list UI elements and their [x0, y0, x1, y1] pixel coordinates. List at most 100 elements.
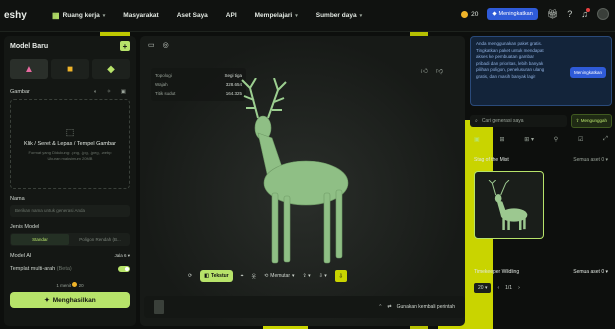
tab-text-to-3d[interactable]: ▲ [10, 59, 48, 79]
promo-upgrade-button[interactable]: Meningkatkan [569, 67, 606, 78]
group-sort[interactable]: Semua aset 0 ▾ [573, 269, 608, 275]
deer-model [241, 78, 349, 264]
pagination: 20 ▾ ‹ 1/1 › [470, 283, 612, 293]
cube-icon: ◆ [107, 63, 115, 75]
ai-model-value: Jala 6 [114, 253, 127, 258]
tab-image-to-3d[interactable]: ■ [51, 59, 89, 79]
nav-my-assets-label: Aset Saya [176, 12, 208, 19]
name-input[interactable]: Berikan nama untuk generasi Anda [10, 205, 130, 217]
gift-icon[interactable]: 🎁︎ [547, 9, 558, 20]
logo[interactable]: eshy [4, 10, 34, 21]
mode-tabs: ▲ ■ ◆ [10, 59, 130, 79]
deer-thumbnail [488, 180, 528, 230]
rig-icon: ⟲ [264, 273, 269, 279]
model-type-toggle: Standar Poligon Rendah (B... [10, 233, 130, 246]
rig-button[interactable]: ⟲ Memutar ▾ [264, 273, 294, 279]
thumbs-up-icon[interactable]: 👍︎ [421, 66, 428, 75]
nav-learn-label: Mempelajari [254, 12, 293, 19]
avatar[interactable] [597, 8, 609, 20]
multiview-label: Templat multi-arah (Beta) [10, 266, 72, 272]
texture-label: Tekstur [210, 273, 229, 279]
image-upload-dropzone[interactable]: ⬚ Klik / Seret & Lepas / Tempel Gambar F… [10, 99, 130, 189]
select-icon[interactable]: ☑ [578, 136, 583, 143]
group-title: Timekeeper Wildling [474, 269, 520, 275]
layout-select[interactable]: ⊞ ▾ [524, 136, 534, 143]
upload-button[interactable]: ⇧ Mengunggah [570, 114, 612, 128]
globe-icon[interactable]: ◎ [163, 41, 169, 49]
group-header: Timekeeper Wildling Semua aset 0 ▾ [470, 269, 612, 275]
shapes-icon: ▲ [24, 63, 34, 75]
cost-time: 1 menit [56, 283, 72, 288]
grid-icon: ▦ [52, 11, 60, 20]
nav-community[interactable]: Masyarakat [123, 12, 158, 19]
tab-retexture[interactable]: ◆ [92, 59, 130, 79]
nav-resources[interactable]: Sumber daya ▾ [316, 12, 362, 19]
ai-model-select[interactable]: Jala 6 ▾ [114, 253, 130, 259]
help-icon[interactable]: ? [567, 9, 572, 19]
new-model-panel: Model Baru + ▲ ■ ◆ Gambar ◐ ✧ ▣ ⬚ Klik /… [4, 36, 136, 326]
stat-label: Titik sudut [155, 91, 176, 96]
search-row: ⌕ Cari generasi saya ⇧ Mengunggah [470, 114, 612, 128]
download-icon[interactable]: ⇩ ▾ [319, 273, 327, 279]
reuse-prompt-label: Gunakan kembali perintah [396, 304, 455, 310]
model-type-standard[interactable]: Standar [11, 234, 69, 245]
nav-api-label: API [225, 12, 237, 19]
nav-community-label: Masyarakat [123, 12, 159, 19]
image-icon: ⬚ [65, 126, 75, 137]
page-size-value: 20 [478, 285, 484, 291]
filter-row: ▣ ⊞ ⊞ ▾ ⚲ ☑ ⤢ [470, 136, 612, 143]
cost-row: 1 menit 20 [10, 282, 130, 288]
filter-icon[interactable]: ⚲ [554, 136, 558, 143]
collapse-icon: ⌃ [378, 304, 383, 310]
rotate-icon[interactable]: ⟳ [188, 273, 192, 279]
group-sort[interactable]: Semua aset 0 ▾ [573, 157, 608, 163]
nav-workspace[interactable]: ▦ Ruang kerja ▾ [52, 11, 105, 20]
monitor-icon[interactable]: ▭ [148, 41, 155, 49]
reuse-prompt[interactable]: ⌃ ⇄ Gunakan kembali perintah [378, 304, 455, 310]
prev-page-icon[interactable]: ‹ [497, 285, 499, 291]
search-input[interactable]: ⌕ Cari generasi saya [470, 115, 567, 127]
panel-title: Model Baru [10, 42, 49, 50]
viewer-actions: 👍︎ 👎︎ [421, 66, 443, 75]
generate-button[interactable]: ✦ Menghasilkan [10, 292, 130, 308]
nav-api[interactable]: API [226, 12, 237, 19]
page-size-select[interactable]: 20 ▾ [474, 283, 492, 293]
credits-display[interactable]: 20 [461, 10, 479, 18]
texture-button[interactable]: ◧ Tekstur [200, 270, 233, 282]
page-indicator: 1/1 [505, 285, 513, 291]
texture-icon: ◧ [204, 273, 209, 279]
folder-icon[interactable]: ▣ [474, 136, 480, 143]
image-section-label: Gambar [10, 89, 30, 95]
nav-learn[interactable]: Mempelajari ▾ [255, 12, 298, 19]
nav-my-assets[interactable]: Aset Saya [177, 12, 208, 19]
ai-model-row: Model AI Jala 6 ▾ [10, 253, 130, 259]
share-icon[interactable]: ⇪ ▾ [303, 273, 311, 279]
upgrade-button[interactable]: ◆ Meningkatkan [487, 8, 538, 20]
multiview-toggle[interactable] [118, 266, 130, 272]
model-viewer[interactable]: ▭ ◎ Topologi Segi tiga Wajah 328.654 Titik… [140, 36, 465, 326]
image-tools[interactable]: ◐ ✧ ▣ [94, 89, 130, 95]
group-count: 0 [601, 157, 605, 163]
bell-icon[interactable]: ♫ [581, 8, 590, 19]
rig-figure-icon[interactable]: 웃 [251, 273, 256, 280]
panel-header: Model Baru + [10, 41, 130, 51]
chevron-down-icon: ▾ [295, 12, 298, 19]
credits-value: 20 [471, 10, 479, 18]
target-icon[interactable]: ⌖ [241, 273, 244, 279]
download-button[interactable]: ⇩ [334, 270, 347, 282]
add-button[interactable]: + [120, 41, 130, 51]
next-page-icon[interactable]: › [518, 285, 520, 291]
grid-view-icon[interactable]: ⊞ [499, 136, 504, 143]
nav-workspace-label: Ruang kerja [62, 12, 100, 19]
group-sort-label: Semua aset [573, 157, 600, 163]
generation-thumbnail[interactable] [474, 171, 544, 239]
nav-resources-label: Sumber daya [315, 12, 357, 19]
top-navigation-bar: eshy ▦ Ruang kerja ▾ Masyarakat Aset Say… [0, 0, 615, 32]
thumbs-down-icon[interactable]: 👎︎ [436, 66, 443, 75]
multiview-row: Templat multi-arah (Beta) [10, 266, 130, 272]
prompt-image-thumbnail[interactable] [154, 300, 164, 314]
expand-icon[interactable]: ⤢ [603, 136, 608, 143]
model-type-lowpoly[interactable]: Poligon Rendah (B... [71, 234, 129, 245]
cubes-icon: ■ [66, 63, 74, 75]
upload-icon: ⇧ [575, 118, 580, 123]
